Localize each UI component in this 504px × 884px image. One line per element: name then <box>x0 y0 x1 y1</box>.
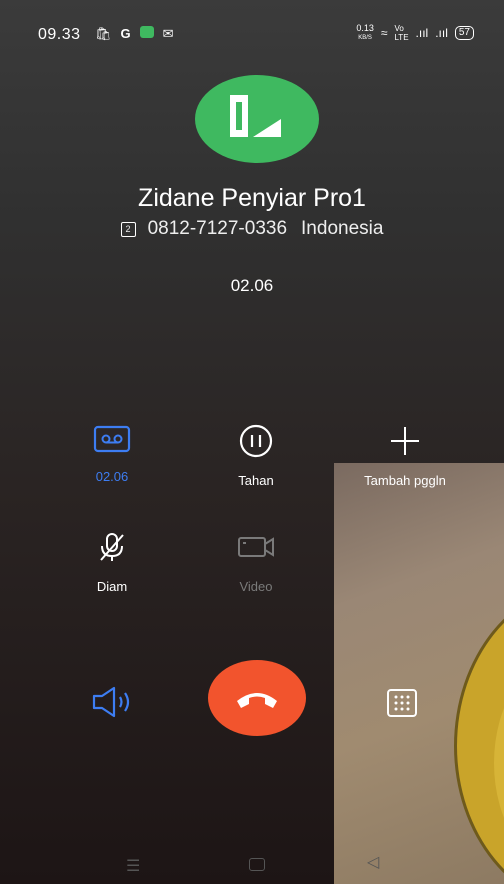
contact-number: 0812-7127-0336 <box>147 218 288 239</box>
bag-icon: 🛍 <box>95 26 112 41</box>
add-call-label: Tambah pggln <box>364 473 446 488</box>
sim-slot-icon: 2 <box>120 222 136 237</box>
video-preview[interactable] <box>334 463 504 884</box>
volte-icon: Vo LTE <box>394 24 409 42</box>
contact-number-line: 2 0812-7127-0336 Indonesia <box>0 218 504 240</box>
status-system-icons: 0.13 KB/S ≈ Vo LTE .ııl .ııl 57 <box>356 24 474 42</box>
dialpad-icon <box>387 689 417 717</box>
speaker-icon <box>92 686 130 718</box>
add-call-button[interactable]: Tambah pggln <box>340 424 470 488</box>
network-speed-unit: KB/S <box>358 35 372 41</box>
contact-initial-icon <box>230 95 281 137</box>
contact-avatar <box>195 75 319 163</box>
record-button[interactable]: 02.06 <box>72 424 152 484</box>
end-call-button[interactable] <box>208 660 306 736</box>
hold-button[interactable]: Tahan <box>216 424 296 488</box>
plus-icon <box>391 427 419 455</box>
wifi-icon: ≈ <box>380 26 388 40</box>
status-time: 09.33 <box>38 26 81 43</box>
status-bar: 09.33 🛍 G ✉ 0.13 KB/S ≈ Vo LTE .ııl .ııl … <box>0 0 504 62</box>
mute-button[interactable]: Diam <box>72 530 152 594</box>
keypad-button[interactable] <box>386 688 418 723</box>
speaker-button[interactable] <box>90 685 138 724</box>
video-label: Video <box>239 579 273 594</box>
status-notification-icons: 🛍 G ✉ <box>95 26 174 42</box>
mic-off-icon <box>100 533 124 561</box>
mail-icon: ✉ <box>162 26 174 41</box>
nav-back-icon[interactable]: ◁ <box>367 852 379 872</box>
record-label: 02.06 <box>95 469 129 484</box>
mute-label: Diam <box>96 579 128 594</box>
nav-home-icon[interactable] <box>249 858 265 871</box>
nav-menu-icon[interactable]: ☰ <box>126 856 140 876</box>
video-camera-icon <box>238 537 274 557</box>
g-icon: G <box>120 26 131 41</box>
signal-icon-1: .ııl <box>415 26 429 40</box>
video-button[interactable]: Video <box>216 530 296 594</box>
navigation-bar: ☰ ◁ <box>0 842 504 882</box>
hang-up-icon <box>237 693 277 708</box>
network-speed: 0.13 KB/S <box>356 24 374 42</box>
hold-label: Tahan <box>238 473 274 488</box>
signal-icon-2: .ııl <box>435 26 448 40</box>
network-speed-value: 0.13 <box>356 23 374 33</box>
contact-country: Indonesia <box>301 218 384 239</box>
battery-icon: 57 <box>454 26 474 40</box>
chat-icon <box>139 26 154 38</box>
contact-name: Zidane Penyiar Pro1 <box>138 184 366 212</box>
record-icon <box>93 425 131 453</box>
call-timer: 02.06 <box>230 276 274 295</box>
pause-icon <box>239 424 273 458</box>
